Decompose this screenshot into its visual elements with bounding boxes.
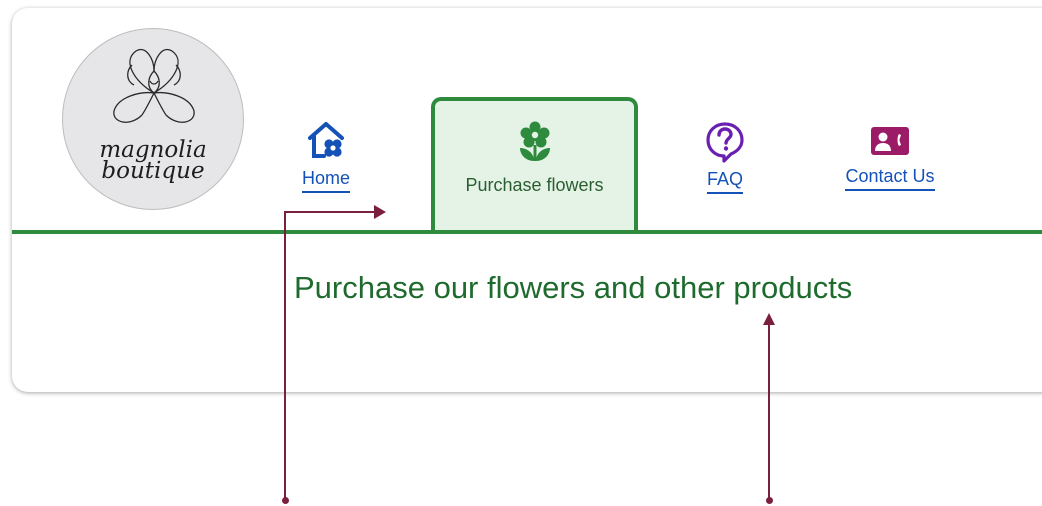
home-flower-icon	[308, 122, 344, 158]
nav-item-contact[interactable]: Contact Us	[835, 122, 945, 191]
tab-label-purchase-flowers: Purchase flowers	[465, 175, 604, 195]
contact-card-icon	[871, 127, 909, 155]
annotation-arrowhead-up	[763, 313, 775, 325]
question-bubble-icon	[706, 122, 744, 163]
page-title: Purchase our flowers and other products	[294, 270, 853, 305]
annotation-dot-left	[282, 497, 289, 504]
nav-divider	[12, 230, 1042, 234]
annotation-line-left	[284, 211, 286, 501]
magnolia-flower-icon	[113, 48, 195, 123]
nav-link-contact[interactable]: Contact Us	[845, 166, 935, 191]
logo-text-line2: boutique	[101, 158, 205, 184]
tab-purchase-flowers[interactable]: Purchase flowers	[431, 97, 638, 234]
flower-icon	[520, 121, 550, 161]
nav-item-home[interactable]: Home	[295, 118, 357, 193]
site-logo[interactable]: magnolia boutique	[62, 28, 244, 210]
annotation-dot-right	[766, 497, 773, 504]
annotation-line-horizontal	[284, 211, 378, 213]
nav-link-home[interactable]: Home	[301, 168, 350, 193]
nav-item-faq[interactable]: FAQ	[700, 121, 750, 194]
site-header-card: magnolia boutique Home Purchase flowers …	[12, 8, 1042, 392]
annotation-arrowhead-right	[374, 205, 386, 219]
annotation-line-right	[768, 322, 770, 500]
nav-link-faq[interactable]: FAQ	[706, 169, 743, 194]
